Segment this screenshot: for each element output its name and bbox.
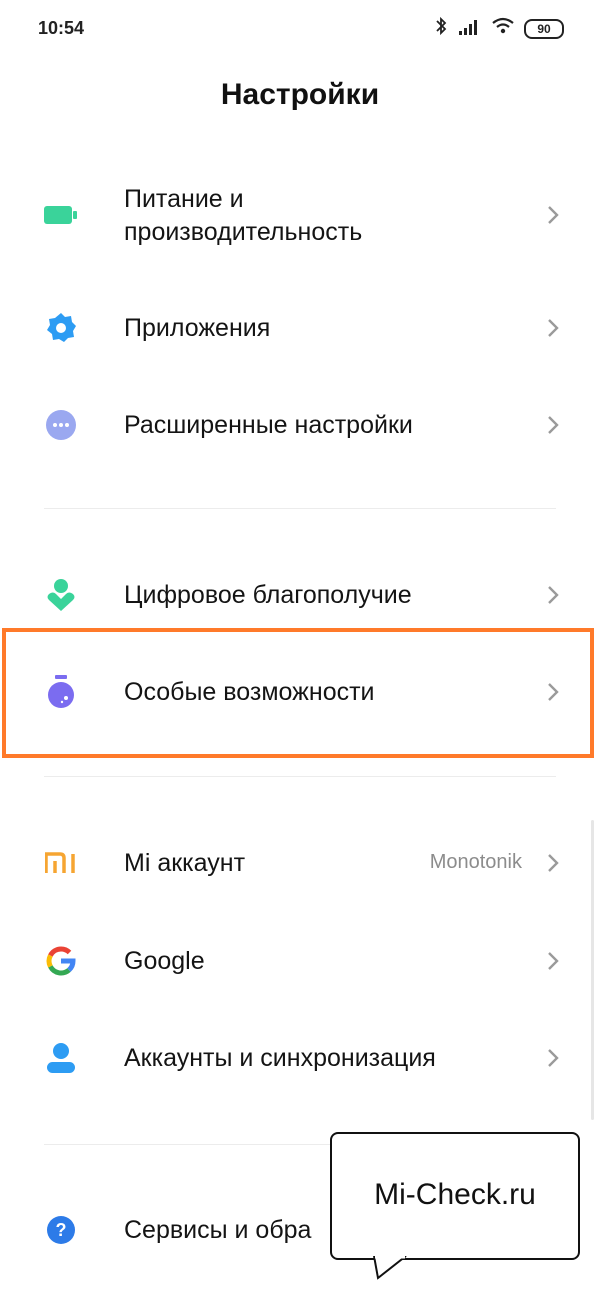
chevron-right-icon (546, 585, 560, 605)
page-title: Настройки (220, 78, 380, 111)
settings-item-power[interactable]: Питание и производительность (0, 180, 600, 250)
chevron-right-icon (546, 1048, 560, 1068)
battery-indicator: 90 (524, 18, 564, 39)
bluetooth-icon (434, 16, 448, 41)
settings-item-label: Аккаунты и синхронизация (124, 1044, 436, 1072)
chevron-right-icon (546, 318, 560, 338)
wellbeing-icon (44, 578, 78, 612)
status-time: 10:54 (38, 18, 85, 38)
settings-item-label-line1: Питание и (124, 185, 244, 213)
settings-item-label: Сервисы и обра (124, 1216, 312, 1244)
settings-item-digital-wellbeing[interactable]: Цифровое благополучие (0, 575, 600, 615)
settings-item-label-line2: производительность (124, 218, 363, 246)
status-icons: 90 (434, 16, 564, 41)
watermark-bubble: Mi-Check.ru (330, 1132, 580, 1260)
settings-item-label: Google (124, 947, 205, 975)
settings-item-accounts-sync[interactable]: Аккаунты и синхронизация (0, 1038, 600, 1078)
person-icon (44, 1041, 78, 1075)
google-logo-icon (44, 944, 78, 978)
settings-item-label: Приложения (124, 314, 271, 342)
battery-icon (44, 198, 78, 232)
scrollbar[interactable] (591, 820, 594, 1120)
settings-item-label: Mi аккаунт (124, 849, 246, 877)
svg-text:?: ? (56, 1220, 67, 1240)
section-divider (44, 508, 556, 509)
chevron-right-icon (546, 853, 560, 873)
chevron-right-icon (546, 205, 560, 225)
settings-item-label: Цифровое благополучие (124, 581, 412, 609)
section-divider (44, 776, 556, 777)
settings-item-apps[interactable]: Приложения (0, 308, 600, 348)
status-bar: 10:54 90 (0, 0, 600, 58)
mi-logo-icon (44, 846, 78, 880)
watermark-text: Mi-Check.ru (374, 1178, 536, 1211)
settings-item-label: Расширенные настройки (124, 411, 413, 439)
help-icon: ? (44, 1213, 78, 1247)
chevron-right-icon (546, 415, 560, 435)
signal-icon (458, 17, 482, 40)
highlight-frame (2, 628, 594, 758)
account-username: Monotonik (429, 851, 522, 873)
gear-icon (44, 311, 78, 345)
settings-item-mi-account[interactable]: Mi аккаунт Monotonik (0, 843, 600, 883)
settings-item-google[interactable]: Google (0, 941, 600, 981)
settings-item-advanced[interactable]: Расширенные настройки (0, 405, 600, 445)
wifi-icon (492, 17, 514, 40)
more-dots-icon (44, 408, 78, 442)
chevron-right-icon (546, 951, 560, 971)
watermark-bubble-tail (373, 1256, 407, 1280)
